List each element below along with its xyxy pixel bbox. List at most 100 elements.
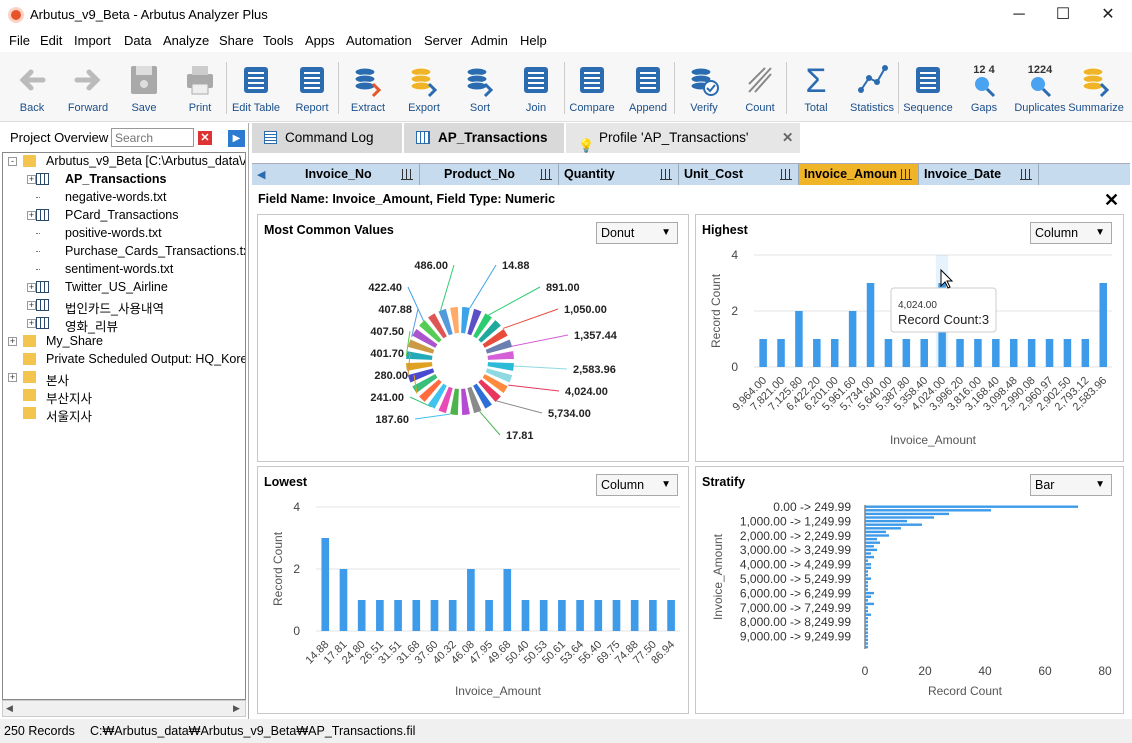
bar[interactable] <box>777 339 785 367</box>
gaps-button[interactable]: 12 4 Gaps <box>956 58 1012 120</box>
bar[interactable] <box>848 311 857 367</box>
tree-item[interactable]: + 법인카드_사용내역 <box>3 297 245 316</box>
tree-item[interactable]: Purchase_Cards_Transactions.txt <box>3 243 245 261</box>
bar[interactable] <box>992 339 1000 367</box>
tree-item[interactable]: 부산지사 <box>3 387 245 406</box>
bar[interactable] <box>865 573 868 577</box>
bar[interactable] <box>865 559 868 562</box>
bar[interactable] <box>795 311 803 367</box>
join-button[interactable]: Join <box>508 58 564 120</box>
menu-admin[interactable]: Admin <box>471 33 508 48</box>
expand-icon[interactable]: + <box>27 211 36 220</box>
bar[interactable] <box>865 609 868 613</box>
tree-item[interactable]: - Arbutus_v9_Beta [C:\Arbutus_data\Arbutu… <box>3 153 245 171</box>
clear-search-icon[interactable]: ✕ <box>198 131 212 145</box>
append-button[interactable]: Append <box>620 58 676 120</box>
column-chart-icon[interactable] <box>540 169 552 180</box>
bar[interactable] <box>865 613 871 616</box>
menu-file[interactable]: File <box>9 33 30 48</box>
expand-icon[interactable]: + <box>8 337 17 346</box>
bar[interactable] <box>865 617 868 620</box>
bar[interactable] <box>865 509 991 512</box>
tree-horizontal-scrollbar[interactable]: ◀ ▶ <box>2 700 246 717</box>
column-chart-icon[interactable] <box>1020 169 1032 180</box>
bar[interactable] <box>1027 339 1036 367</box>
bar[interactable] <box>865 563 871 566</box>
maximize-button[interactable]: ☐ <box>1040 0 1086 30</box>
export-button[interactable]: Export <box>396 58 452 120</box>
menu-data[interactable]: Data <box>124 33 151 48</box>
tree-item[interactable]: + 본사 <box>3 369 245 388</box>
column-chart-icon[interactable] <box>401 169 413 180</box>
column-header-product_no[interactable]: Product_No <box>439 164 559 185</box>
menu-apps[interactable]: Apps <box>305 33 335 48</box>
bar[interactable] <box>630 600 639 631</box>
bar[interactable] <box>865 548 877 552</box>
bar[interactable] <box>865 541 880 544</box>
summarize-button[interactable]: Summarize <box>1068 58 1124 120</box>
bar[interactable] <box>649 600 657 631</box>
close-profile-icon[interactable]: ✕ <box>1104 190 1119 211</box>
back-button[interactable]: Back <box>4 58 60 120</box>
column-header-quantity[interactable]: Quantity <box>559 164 679 185</box>
bar[interactable] <box>865 545 874 548</box>
bar[interactable] <box>612 600 621 631</box>
column-chart-icon[interactable] <box>780 169 792 180</box>
collapse-icon[interactable]: - <box>8 157 17 166</box>
extract-button[interactable]: Extract <box>340 58 396 120</box>
save-button[interactable]: Save <box>116 58 172 120</box>
close-window-button[interactable]: ✕ <box>1085 0 1131 30</box>
bar[interactable] <box>865 645 868 649</box>
column-chart-icon[interactable] <box>900 169 912 180</box>
bar[interactable] <box>558 600 566 631</box>
bar[interactable] <box>865 566 871 570</box>
menu-analyze[interactable]: Analyze <box>163 33 209 48</box>
forward-button[interactable]: Forward <box>60 58 116 120</box>
bar[interactable] <box>865 505 1078 508</box>
column-header-invoice_date[interactable]: Invoice_Date <box>919 164 1039 185</box>
bar[interactable] <box>576 600 584 631</box>
column-header-unit_cost[interactable]: Unit_Cost <box>679 164 799 185</box>
expand-icon[interactable]: + <box>8 373 17 382</box>
tree-item[interactable]: sentiment-words.txt <box>3 261 245 279</box>
bar[interactable] <box>594 600 603 631</box>
close-tab-icon[interactable]: ✕ <box>782 123 793 153</box>
bar[interactable] <box>1009 339 1018 367</box>
column-header-invoice_no[interactable]: Invoice_No <box>300 164 420 185</box>
tab-ap-transactions[interactable]: AP_Transactions <box>404 123 564 153</box>
menu-share[interactable]: Share <box>219 33 254 48</box>
verify-button[interactable]: Verify <box>676 58 732 120</box>
bar[interactable] <box>865 523 922 526</box>
bar[interactable] <box>394 600 402 631</box>
scroll-left-icon[interactable]: ◀ <box>6 703 13 714</box>
sequence-button[interactable]: Sequence <box>900 58 956 120</box>
tree-item[interactable]: + PCard_Transactions <box>3 207 245 225</box>
bar[interactable] <box>865 577 871 580</box>
menu-import[interactable]: Import <box>74 33 111 48</box>
print-button[interactable]: Print <box>172 58 228 120</box>
bar[interactable] <box>412 600 421 631</box>
scroll-right-icon[interactable]: ▶ <box>233 703 240 714</box>
project-search-input[interactable] <box>111 128 194 147</box>
bar[interactable] <box>521 600 530 631</box>
bar[interactable] <box>1081 339 1090 367</box>
bar[interactable] <box>865 534 889 537</box>
minimize-button[interactable]: ─ <box>996 0 1042 30</box>
bar[interactable] <box>865 620 868 624</box>
scroll-columns-left-icon[interactable]: ◀ <box>257 168 265 181</box>
statistics-button[interactable]: Statistics <box>844 58 900 120</box>
bar[interactable] <box>865 631 868 634</box>
menu-help[interactable]: Help <box>520 33 547 48</box>
bar[interactable] <box>430 600 439 631</box>
tree-item[interactable]: + My_Share <box>3 333 245 351</box>
bar[interactable] <box>865 638 868 642</box>
bar[interactable] <box>865 516 934 519</box>
expand-icon[interactable]: + <box>27 175 36 184</box>
bar[interactable] <box>974 339 982 367</box>
duplicates-button[interactable]: 1224 Duplicates <box>1012 58 1068 120</box>
tab-profile[interactable]: 💡 Profile 'AP_Transactions' ✕ <box>566 123 800 153</box>
bar[interactable] <box>1045 339 1054 367</box>
bar[interactable] <box>321 538 330 631</box>
menu-edit[interactable]: Edit <box>40 33 62 48</box>
bar[interactable] <box>759 339 767 367</box>
